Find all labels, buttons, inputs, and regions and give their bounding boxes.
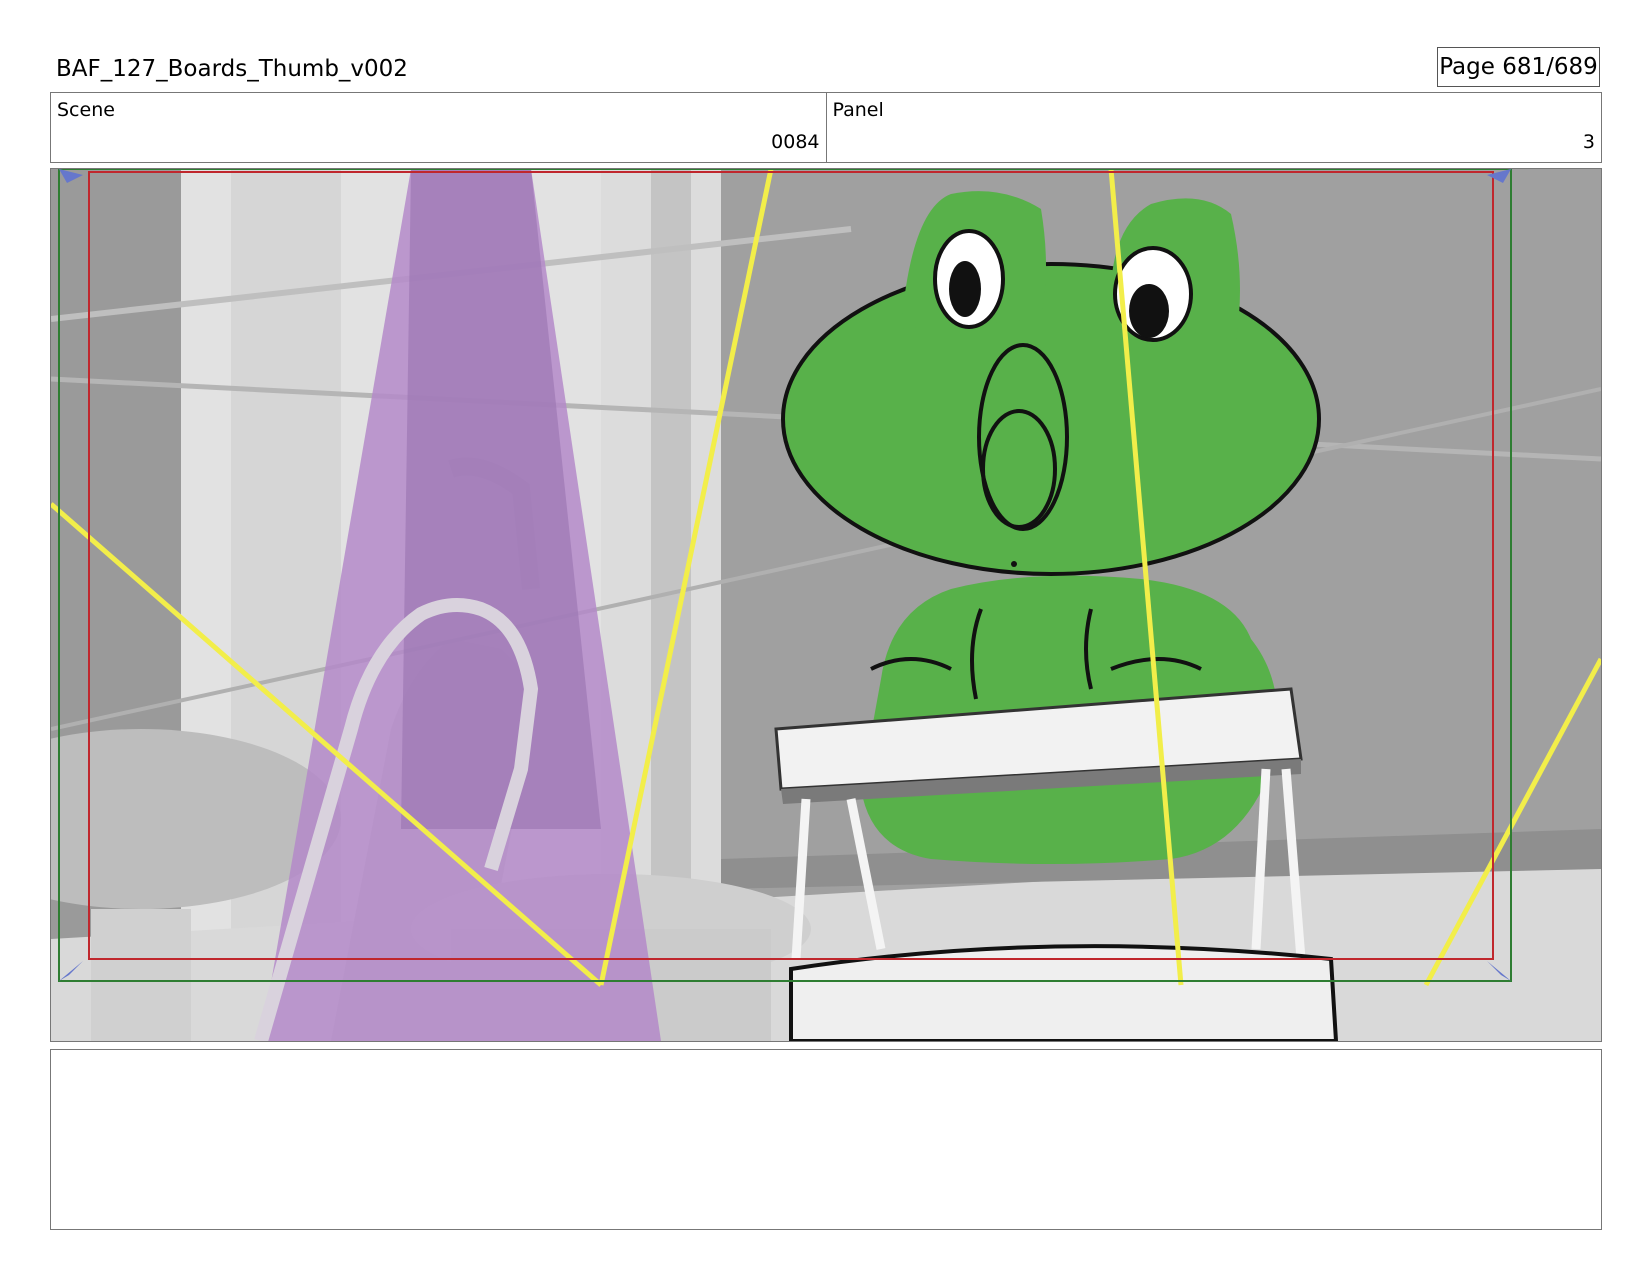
frog-chin-dot [1011, 561, 1017, 567]
frog-left-pupil [949, 261, 981, 317]
foreground-seat [789, 944, 1339, 1041]
scene-panel-header: Scene 0084 Panel 3 [50, 92, 1602, 163]
frog-right-pupil [1129, 284, 1169, 338]
scene-cell: Scene 0084 [51, 93, 826, 162]
storyboard-panel-image [50, 168, 1602, 1042]
panel-cell: Panel 3 [825, 93, 1602, 162]
panel-notes [50, 1049, 1602, 1230]
scene-label: Scene [57, 99, 115, 121]
table-base [91, 909, 191, 1041]
panel-label: Panel [832, 99, 884, 121]
scene-number: 0084 [771, 131, 820, 153]
panel-number: 3 [1582, 131, 1595, 153]
document-title: BAF_127_Boards_Thumb_v002 [56, 56, 408, 82]
page-indicator: Page 681/689 [1437, 47, 1600, 87]
storyboard-drawing [51, 169, 1601, 1041]
